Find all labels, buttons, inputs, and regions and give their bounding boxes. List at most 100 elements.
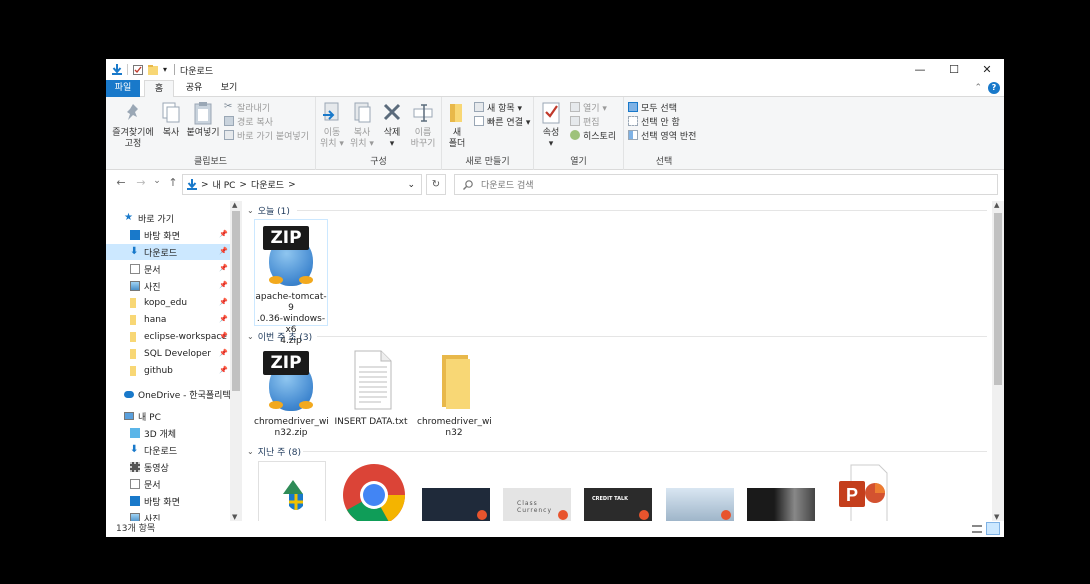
group-header-today[interactable]: ⌄ 오늘 (1) [247, 203, 290, 217]
folder-icon [130, 366, 136, 376]
breadcrumb-this-pc[interactable]: 내 PC [213, 178, 236, 191]
refresh-button[interactable]: ↻ [426, 174, 446, 195]
maximize-button[interactable]: ☐ [937, 59, 971, 80]
paste-button[interactable]: 붙여넣기 [186, 101, 220, 139]
copy-path-button[interactable]: 경로 복사 [224, 114, 273, 128]
rename-button[interactable]: 이름 바꾸기 [408, 101, 438, 150]
pin-icon [122, 101, 144, 125]
new-folder-icon[interactable] [148, 64, 158, 75]
file-thumb-credit-talk[interactable]: CREDIT TALK [584, 488, 652, 521]
file-item-tomcat-zip[interactable]: ZIP apache-tomcat-9 .0.36-windows-x6 4.z… [254, 219, 328, 346]
nav-label: 사진 [144, 514, 161, 522]
tab-file[interactable]: 파일 [106, 80, 140, 97]
nav-this-pc[interactable]: 내 PC [106, 408, 230, 424]
nav-item-pc-documents[interactable]: 문서 [106, 476, 230, 492]
group-header-last-week[interactable]: ⌄ 지난 주 (8) [247, 444, 301, 458]
scroll-down-icon[interactable]: ▼ [994, 513, 999, 521]
nav-item-github[interactable]: github 📌 [106, 363, 230, 379]
file-thumb-image-3[interactable] [747, 488, 815, 521]
copy-to-button[interactable]: 복사 위치 ▾ [348, 101, 376, 150]
nav-scroll-thumb[interactable] [232, 211, 240, 391]
delete-button[interactable]: 삭제 ▾ [378, 101, 406, 150]
tab-share[interactable]: 공유 [178, 80, 210, 97]
tab-home[interactable]: 홈 [144, 80, 174, 98]
details-view-icon[interactable] [972, 525, 982, 533]
file-thumb-installer[interactable] [258, 461, 326, 521]
invert-selection-button[interactable]: 선택 영역 반전 [628, 128, 696, 142]
new-item-button[interactable]: 새 항목 ▾ [474, 100, 522, 114]
file-thumb-chrome[interactable] [342, 463, 406, 521]
large-icons-view-icon[interactable] [986, 522, 1000, 535]
nav-item-eclipse-workspace[interactable]: eclipse-workspace 📌 [106, 329, 230, 345]
file-item-chromedriver-folder[interactable]: chromedriver_wi n32 [417, 345, 492, 439]
pin-to-quick-access-button[interactable]: 즐겨찾기에 고정 [110, 101, 156, 150]
download-icon: ⬇ [130, 444, 139, 455]
nav-item-kopo-edu[interactable]: kopo_edu 📌 [106, 295, 230, 311]
download-icon [187, 179, 197, 190]
close-button[interactable]: ✕ [970, 59, 1004, 80]
edit-button[interactable]: 편집 [570, 114, 600, 128]
up-button[interactable]: ↑ [166, 176, 180, 189]
tab-view[interactable]: 보기 [214, 80, 244, 97]
scroll-up-icon[interactable]: ▲ [994, 201, 999, 209]
nav-item-hana[interactable]: hana 📌 [106, 312, 230, 328]
nav-label: 사진 [144, 282, 161, 293]
properties-check-icon[interactable] [133, 64, 143, 75]
nav-item-pc-downloads[interactable]: ⬇ 다운로드 [106, 442, 230, 458]
nav-item-pc-desktop[interactable]: 바탕 화면 [106, 493, 230, 509]
group-header-this-week[interactable]: ⌄ 이번 주 초 (3) [247, 329, 312, 343]
open-group: 속성 ▾ 열기 ▾ 편집 히스토리 열기 [534, 97, 624, 170]
scroll-up-icon[interactable]: ▲ [232, 201, 237, 209]
minimize-button[interactable]: — [903, 59, 937, 80]
nav-item-downloads[interactable]: ⬇ 다운로드 📌 [106, 244, 230, 260]
file-thumb-powerpoint[interactable]: P [833, 463, 889, 521]
navigation-pane: ★ 바로 가기 바탕 화면 📌 ⬇ 다운로드 📌 문서 📌 사진 📌 kopo_edu 📌 h… [106, 201, 242, 521]
history-button[interactable]: 히스토리 [570, 128, 616, 142]
nav-item-desktop[interactable]: 바탕 화면 📌 [106, 227, 230, 243]
nav-item-documents[interactable]: 문서 📌 [106, 261, 230, 277]
nav-item-pc-pictures[interactable]: 사진 [106, 510, 230, 521]
select-none-label: 선택 안 함 [641, 117, 680, 128]
move-to-button[interactable]: 이동 위치 ▾ [318, 101, 346, 150]
file-thumb-image-1[interactable] [422, 488, 490, 521]
content-scroll-thumb[interactable] [994, 213, 1002, 385]
file-item-chromedriver-zip[interactable]: ZIP chromedriver_wi n32.zip [254, 345, 329, 439]
chrome-icon [343, 464, 405, 521]
file-thumb-class-currency[interactable]: Class Currency [503, 488, 571, 521]
nav-onedrive[interactable]: OneDrive - 한국폴리텍대 [106, 386, 230, 402]
nav-item-3d-objects[interactable]: 3D 개체 [106, 425, 230, 441]
easy-access-button[interactable]: 빠른 연결 ▾ [474, 114, 530, 128]
breadcrumb-downloads[interactable]: 다운로드 [251, 178, 284, 191]
content-scrollbar[interactable]: ▲ ▼ [992, 201, 1004, 521]
forward-button[interactable]: → [134, 176, 148, 189]
qa-dropdown-icon[interactable]: ▾ [163, 65, 167, 74]
open-button[interactable]: 열기 ▾ [570, 100, 607, 114]
nav-item-videos[interactable]: 동영상 [106, 459, 230, 475]
nav-item-pictures[interactable]: 사진 📌 [106, 278, 230, 294]
address-dropdown-icon[interactable]: ⌄ [407, 180, 415, 190]
svg-text:P: P [846, 485, 858, 505]
cut-button[interactable]: ✂ 잘라내기 [224, 100, 270, 114]
copy-button[interactable]: 복사 [158, 101, 184, 139]
title-bar: ▾ 다운로드 — ☐ ✕ [106, 59, 1004, 80]
file-item-insert-data-txt[interactable]: INSERT DATA.txt [334, 345, 408, 428]
nav-label: 바탕 화면 [144, 231, 180, 242]
nav-scrollbar[interactable]: ▲ ▼ [230, 201, 242, 521]
download-icon[interactable] [112, 64, 122, 75]
copy-path-label: 경로 복사 [237, 117, 273, 128]
scroll-down-icon[interactable]: ▼ [232, 513, 237, 521]
file-thumb-image-2[interactable] [666, 488, 734, 521]
properties-button[interactable]: 속성 ▾ [538, 101, 564, 150]
recent-locations-button[interactable]: ⌄ [150, 176, 164, 186]
help-icon[interactable]: ? [988, 82, 1000, 94]
nav-quick-access[interactable]: ★ 바로 가기 [106, 210, 230, 226]
nav-item-sql-developer[interactable]: SQL Developer 📌 [106, 346, 230, 362]
back-button[interactable]: ← [114, 176, 128, 189]
search-input[interactable]: 다운로드 검색 [454, 174, 998, 195]
address-bar[interactable]: > 내 PC > 다운로드 > ⌄ [182, 174, 422, 195]
new-folder-button[interactable]: 새 폴더 [444, 101, 470, 150]
paste-shortcut-button[interactable]: 바로 가기 붙여넣기 [224, 128, 309, 142]
collapse-ribbon-icon[interactable]: ⌃ [974, 83, 982, 95]
select-none-button[interactable]: 선택 안 함 [628, 114, 680, 128]
select-all-button[interactable]: 모두 선택 [628, 100, 677, 114]
